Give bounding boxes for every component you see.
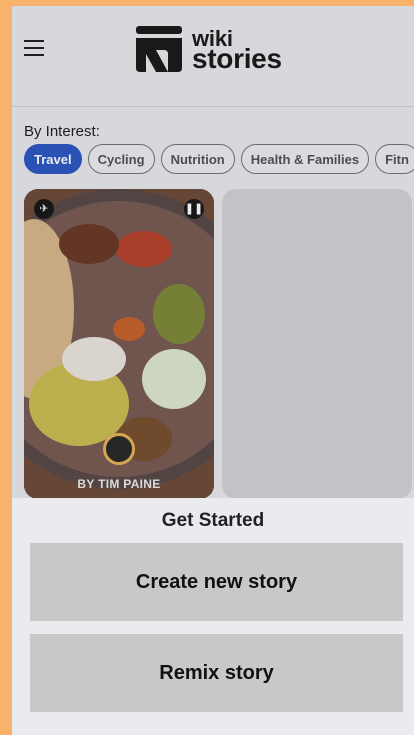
logo-mark-icon [136, 26, 182, 72]
chip-fitness[interactable]: Fitn [375, 144, 414, 174]
menu-icon[interactable] [24, 40, 46, 58]
chip-health-families[interactable]: Health & Families [240, 144, 370, 174]
chip-cycling[interactable]: Cycling [87, 144, 155, 174]
app-header: wiki stories [12, 6, 414, 107]
remix-story-button[interactable]: Remix story [30, 634, 403, 712]
create-new-story-button[interactable]: Create new story [30, 543, 403, 621]
chip-nutrition[interactable]: Nutrition [160, 144, 235, 174]
author-avatar [103, 433, 135, 465]
interest-chips: Travel Cycling Nutrition Health & Famili… [24, 144, 414, 174]
pause-icon[interactable]: ❚❚ [184, 199, 204, 219]
story-card[interactable]: ✈ ❚❚ BY TIM PAINE [24, 189, 214, 499]
logo: wiki stories [136, 24, 282, 74]
logo-word-stories: stories [192, 43, 282, 74]
get-started-sheet: Get Started Create new story Remix story [12, 498, 414, 735]
sheet-title: Get Started [161, 510, 265, 531]
app-container: wiki stories By Interest: Travel Cycling… [12, 6, 414, 735]
by-interest-label: By Interest: [24, 123, 100, 140]
story-card-placeholder [222, 189, 412, 499]
story-byline: BY TIM PAINE [77, 477, 161, 491]
no-flight-icon: ✈ [34, 199, 54, 219]
chip-travel[interactable]: Travel [24, 144, 82, 174]
